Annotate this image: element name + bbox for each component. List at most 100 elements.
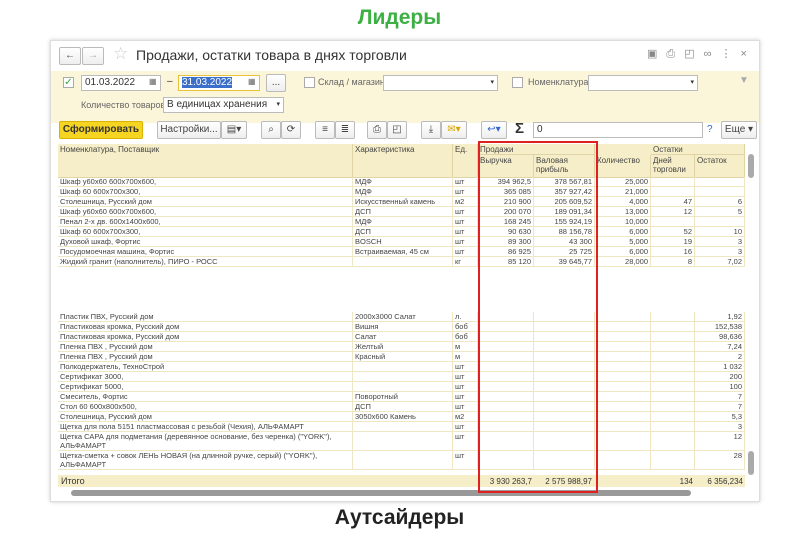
period-checkbox[interactable]: ✓	[63, 77, 74, 88]
filter-icon[interactable]: ▼	[739, 75, 749, 86]
table-row[interactable]: Шкаф у60х60 600х700х600, МДФ шт 394 962,5 37…	[58, 177, 745, 187]
generate-button[interactable]: Сформировать	[59, 121, 143, 139]
table-row[interactable]: Пенал 2-х дв. 600х1400х600, МДФ шт 168 245 1…	[58, 217, 745, 227]
table-row[interactable]: Пластиковая кромка, Русский дом Вишня боб 1…	[58, 322, 745, 332]
calendar-icon[interactable]: ▦	[149, 77, 157, 86]
table-row[interactable]: Полкодержатель, ТехноСтрой шт 1 032	[58, 362, 745, 372]
nomenclature-label: Номенклатура:	[528, 77, 591, 87]
download-icon[interactable]: ⤓	[421, 121, 441, 139]
expand-groups-icon[interactable]: ≡	[315, 121, 335, 139]
settings-button[interactable]: Настройки...	[157, 121, 221, 139]
cell-qty	[595, 332, 651, 341]
preview-icon[interactable]: ◰	[684, 48, 703, 60]
nomenclature-checkbox[interactable]	[512, 77, 523, 88]
vertical-scrollbar-top[interactable]	[748, 154, 754, 178]
cell-days	[651, 402, 695, 411]
cell-char: МДФ	[353, 217, 453, 226]
cell-remain: 7,24	[695, 342, 745, 351]
save-icon[interactable]: ▣	[647, 48, 666, 60]
col-qty[interactable]: Количество	[595, 155, 651, 178]
more-button[interactable]: Еще ▾	[721, 121, 757, 139]
cell-days: 19	[651, 237, 695, 246]
col-name[interactable]: Номенклатура, Поставщик	[58, 144, 353, 178]
cell-char: Салат	[353, 332, 453, 341]
table-row[interactable]: Столешница, Русский дом Искусственный кам…	[58, 197, 745, 207]
cell-remain: 7	[695, 402, 745, 411]
outsiders-caption: Аутсайдеры	[334, 506, 465, 529]
table-row[interactable]: Щетка-сметка + совок ЛЕНЬ НОВАЯ (на длин…	[58, 451, 745, 470]
cell-name: Смеситель, Фортис	[58, 392, 353, 401]
print-icon[interactable]: ⎙	[666, 48, 684, 60]
cell-remain: 1 032	[695, 362, 745, 371]
table-row[interactable]: Столешница, Русский дом 3050х600 Камень м2…	[58, 412, 745, 422]
collapse-groups-icon[interactable]: ≣	[335, 121, 355, 139]
table-row[interactable]: Шкаф у60х60 600х700х600, ДСП шт 200 070 189 …	[58, 207, 745, 217]
horizontal-scrollbar[interactable]	[71, 490, 691, 496]
table-row[interactable]: Жидкий гранит (наполнитель), ПИРО - РОСС…	[58, 257, 745, 267]
cell-days	[651, 187, 695, 196]
date-separator: –	[167, 76, 173, 87]
table-row[interactable]: Пленка ПВХ , Русский дом Желтый м 7,24	[58, 342, 745, 352]
close-icon[interactable]: ×	[740, 48, 755, 60]
cell-unit: шт	[453, 451, 478, 469]
search-icon[interactable]: ⌕	[261, 121, 281, 139]
email-icon[interactable]: ✉▾	[441, 121, 467, 139]
table-row[interactable]: Сертификат 5000, шт 100	[58, 382, 745, 392]
forward-button[interactable]: →	[82, 47, 104, 65]
table-row[interactable]: Стол 60 600х800х500, ДСП шт 7	[58, 402, 745, 412]
search-advanced-icon[interactable]: ⟳	[281, 121, 301, 139]
cell-days	[651, 352, 695, 361]
col-days[interactable]: Дней торговли	[651, 155, 695, 178]
cell-days: 47	[651, 197, 695, 206]
back-button[interactable]: ←	[59, 47, 81, 65]
period-select-button[interactable]: ...	[266, 74, 286, 92]
col-char[interactable]: Характеристика	[353, 144, 453, 178]
cell-unit: л.	[453, 312, 478, 321]
table-row[interactable]: Щетка САРА для подметания (деревянное ос…	[58, 432, 745, 451]
print-icon[interactable]: ⎙	[367, 121, 387, 139]
cell-unit: шт	[453, 237, 478, 246]
cell-remain: 10	[695, 227, 745, 236]
cell-char: Желтый	[353, 342, 453, 351]
help-icon[interactable]: ?	[707, 124, 713, 135]
cell-qty	[595, 362, 651, 371]
col-remain[interactable]: Остаток	[695, 155, 745, 178]
table-row[interactable]: Смеситель, Фортис Поворотный шт 7	[58, 392, 745, 402]
cell-name: Пленка ПВХ , Русский дом	[58, 342, 353, 351]
col-unit[interactable]: Ед.	[453, 144, 478, 178]
qty-select[interactable]: В единицах хранения ▾	[163, 97, 284, 113]
cell-char	[353, 362, 453, 371]
col-stock[interactable]: Остатки	[651, 144, 745, 155]
table-row[interactable]: Духовой шкаф, Фортис BOSCH шт 89 300 43 300 5…	[58, 237, 745, 247]
cell-days	[651, 217, 695, 226]
table-row[interactable]: Пленка ПВХ , Русский дом Красный м 2	[58, 352, 745, 362]
cell-qty: 5,000	[595, 237, 651, 246]
calendar-icon[interactable]: ▦	[248, 77, 256, 86]
nomenclature-select[interactable]: ▾	[588, 75, 698, 91]
cell-name: Шкаф у60х60 600х700х600,	[58, 177, 353, 186]
store-checkbox[interactable]	[304, 77, 315, 88]
table-row[interactable]: Пластиковая кромка, Русский дом Салат боб 9…	[58, 332, 745, 342]
cell-unit: шт	[453, 207, 478, 216]
table-row[interactable]: Посудомоечная машина, Фортис Встраиваемая…	[58, 247, 745, 257]
preview-icon[interactable]: ◰	[387, 121, 407, 139]
cell-name: Шкаф 60 600х700х300,	[58, 187, 353, 196]
undo-icon[interactable]: ↩▾	[481, 121, 507, 139]
table-row[interactable]: Шкаф 60 600х700х300, МДФ шт 365 085 357 927,…	[58, 187, 745, 197]
qty-label: Количество товаров:	[81, 100, 168, 110]
link-icon[interactable]: ∞	[704, 48, 721, 60]
table-row[interactable]: Сертификат 3000, шт 200	[58, 372, 745, 382]
variants-button[interactable]: ▤▾	[221, 121, 247, 139]
store-select[interactable]: ▾	[383, 75, 498, 91]
sum-field[interactable]: 0	[533, 122, 703, 138]
cell-days	[651, 422, 695, 431]
vertical-scrollbar-bottom[interactable]	[748, 451, 754, 475]
cell-unit: шт	[453, 227, 478, 236]
table-row[interactable]: Щетка для пола 5151 пластмассовая с резь…	[58, 422, 745, 432]
table-row[interactable]: Пластик ПВХ, Русский дом 2000х3000 Салат л…	[58, 312, 745, 322]
favorite-star-icon[interactable]: ☆	[113, 44, 128, 64]
cell-name: Посудомоечная машина, Фортис	[58, 247, 353, 256]
menu-icon[interactable]: ⋮	[720, 48, 740, 60]
cell-unit: шт	[453, 187, 478, 196]
table-row[interactable]: Шкаф 60 600х700х300, ДСП шт 90 630 88 156,78…	[58, 227, 745, 237]
